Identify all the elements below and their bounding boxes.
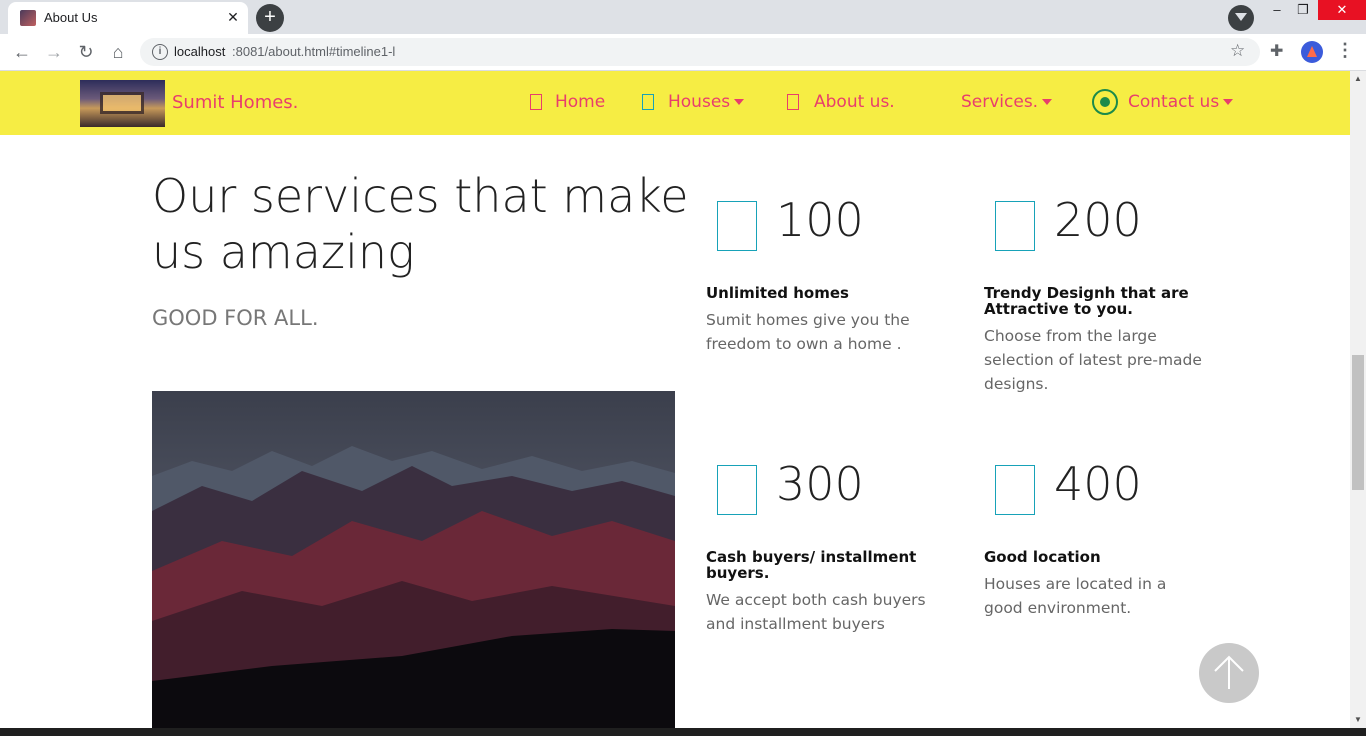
tab-favicon-icon bbox=[20, 10, 36, 26]
houses-nav-icon bbox=[642, 94, 654, 110]
about-nav-icon bbox=[787, 94, 799, 110]
brand-name[interactable]: Sumit Homes. bbox=[172, 92, 298, 113]
extensions-puzzle-icon[interactable]: ✚ bbox=[1270, 41, 1283, 61]
service-title: Cash buyers/ installment buyers. bbox=[706, 548, 917, 582]
scroll-down-arrow-icon[interactable]: ▼ bbox=[1350, 712, 1366, 728]
service-number: 300 bbox=[776, 457, 864, 511]
reload-icon[interactable]: ↻ bbox=[74, 40, 98, 64]
service-title: Good location bbox=[984, 548, 1101, 566]
service-description: We accept both cash buyers and installme… bbox=[706, 591, 926, 633]
section-heading: Our services that make us amazing bbox=[152, 168, 692, 280]
tab-title: About Us bbox=[44, 10, 98, 25]
tab-search-icon[interactable] bbox=[1228, 5, 1254, 31]
whatsapp-icon[interactable] bbox=[1092, 89, 1118, 115]
arrow-up-icon bbox=[1214, 655, 1244, 689]
nav-item-contact-label: Contact us bbox=[1128, 92, 1220, 112]
back-to-top-button[interactable] bbox=[1199, 643, 1259, 703]
service-title: Unlimited homes bbox=[706, 284, 849, 302]
profile-avatar[interactable] bbox=[1301, 41, 1323, 63]
scroll-up-arrow-icon[interactable]: ▲ bbox=[1350, 71, 1366, 87]
back-arrow-icon[interactable]: ← bbox=[10, 40, 34, 64]
service-number: 100 bbox=[776, 193, 864, 247]
service-description: Sumit homes give you the freedom to own … bbox=[706, 311, 910, 353]
section-subheading: GOOD FOR ALL. bbox=[152, 306, 319, 330]
nav-item-services[interactable]: Services. bbox=[961, 92, 1053, 112]
chevron-down-icon bbox=[1223, 99, 1234, 105]
mountain-photo bbox=[152, 391, 675, 728]
heading-line-2: us amazing bbox=[152, 225, 415, 279]
nav-item-about[interactable]: About us. bbox=[814, 92, 895, 112]
nav-item-houses[interactable]: Houses bbox=[668, 92, 745, 112]
home-icon[interactable]: ⌂ bbox=[106, 40, 130, 64]
browser-menu-icon[interactable]: ⋮ bbox=[1336, 40, 1354, 61]
logo-house-image[interactable] bbox=[80, 80, 165, 127]
service-description: Houses are located in a good environment… bbox=[984, 575, 1167, 617]
service-icon-box bbox=[995, 201, 1035, 251]
bookmark-star-icon[interactable]: ☆ bbox=[1230, 41, 1245, 61]
scrollbar-thumb[interactable] bbox=[1352, 355, 1364, 490]
url-host: localhost bbox=[174, 44, 226, 59]
new-tab-button[interactable]: + bbox=[256, 4, 284, 32]
nav-item-services-label: Services. bbox=[961, 92, 1039, 112]
service-number: 200 bbox=[1054, 193, 1142, 247]
forward-arrow-icon[interactable]: → bbox=[42, 40, 66, 64]
service-number: 400 bbox=[1054, 457, 1142, 511]
heading-line-1: Our services that make bbox=[152, 169, 689, 223]
mountain-illustration bbox=[152, 391, 675, 728]
service-icon-box bbox=[717, 465, 757, 515]
nav-item-houses-label: Houses bbox=[668, 92, 731, 112]
service-icon-box bbox=[995, 465, 1035, 515]
browser-tab[interactable]: About Us ✕ bbox=[8, 2, 248, 34]
nav-item-contact[interactable]: Contact us bbox=[1128, 92, 1234, 112]
nav-item-home[interactable]: Home bbox=[555, 92, 605, 112]
url-path: :8081/about.html#timeline1-l bbox=[232, 44, 396, 59]
site-info-icon[interactable]: i bbox=[152, 44, 168, 60]
chevron-down-icon bbox=[1042, 99, 1053, 105]
home-nav-icon bbox=[530, 94, 542, 110]
os-taskbar bbox=[0, 728, 1366, 736]
close-window-button[interactable]: ✕ bbox=[1318, 0, 1366, 20]
service-icon-box bbox=[717, 201, 757, 251]
service-title: Trendy Designh that are Attractive to yo… bbox=[984, 284, 1189, 318]
service-description: Choose from the large selection of lates… bbox=[984, 327, 1202, 393]
chevron-down-icon bbox=[734, 99, 745, 105]
tab-close-icon[interactable]: ✕ bbox=[224, 8, 242, 26]
